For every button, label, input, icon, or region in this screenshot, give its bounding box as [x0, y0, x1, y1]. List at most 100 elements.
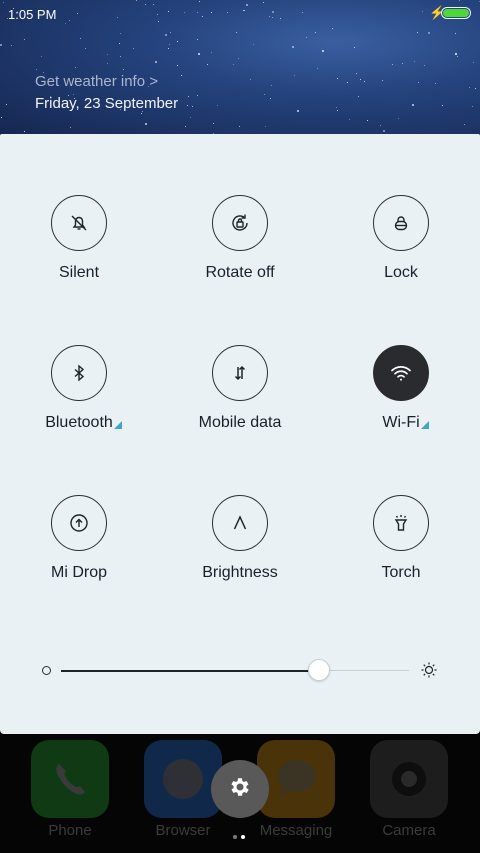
wallpaper-star	[455, 33, 456, 34]
wallpaper-star	[145, 123, 147, 125]
wallpaper-star	[356, 73, 357, 74]
wallpaper-star	[428, 32, 430, 34]
wallpaper-star	[233, 64, 234, 65]
wallpaper-star	[133, 48, 134, 49]
wallpaper-star	[181, 75, 182, 76]
toggle-label: Silent	[58, 264, 100, 281]
wallpaper-star	[473, 62, 474, 63]
wallpaper-star	[24, 39, 25, 40]
sun-icon	[420, 661, 438, 684]
wallpaper-star	[264, 94, 265, 95]
wallpaper-star	[120, 56, 121, 57]
wallpaper-star	[367, 120, 368, 121]
toggle-label: Mi Drop	[50, 564, 107, 581]
wallpaper-star	[192, 106, 193, 107]
wallpaper-star	[250, 79, 251, 80]
wallpaper-star	[292, 46, 294, 48]
wallpaper-star	[213, 123, 214, 124]
brightness-slider[interactable]	[0, 658, 480, 682]
flashlight-icon	[373, 495, 429, 551]
wallpaper-star	[190, 117, 191, 118]
wallpaper-star	[380, 125, 381, 126]
slider-track-filled	[61, 670, 319, 672]
toggle-mobile-data[interactable]: Mobile data	[170, 345, 310, 432]
wallpaper-star	[294, 75, 295, 76]
toggle-bluetooth[interactable]: Bluetooth	[9, 345, 149, 432]
date-text: Friday, 23 September	[35, 95, 179, 112]
wallpaper-star	[207, 64, 208, 65]
wallpaper-star	[24, 131, 25, 132]
toggle-label: Brightness	[202, 564, 278, 581]
wallpaper-star	[472, 106, 473, 107]
dock-label: Messaging	[259, 822, 333, 839]
rotate-lock-icon	[212, 195, 268, 251]
wallpaper-star	[36, 69, 37, 70]
wallpaper-star	[239, 126, 240, 127]
dim-circle-icon	[42, 666, 51, 675]
toggle-silent[interactable]: Silent	[9, 195, 149, 282]
wallpaper-star	[80, 38, 81, 39]
status-bar: 1:05 PM ⚡	[0, 0, 480, 28]
wallpaper-star	[169, 44, 170, 45]
wallpaper-star	[168, 48, 169, 49]
wallpaper-star	[107, 63, 108, 64]
expand-indicator	[113, 421, 122, 429]
auto-brightness-icon	[212, 495, 268, 551]
wallpaper-star	[188, 96, 189, 97]
wallpaper-star	[238, 58, 239, 59]
toggle-wifi[interactable]: Wi-Fi	[331, 345, 471, 432]
status-time: 1:05 PM	[8, 7, 57, 22]
wallpaper-star	[317, 68, 318, 69]
settings-button[interactable]	[211, 760, 269, 818]
wallpaper-star	[349, 119, 350, 120]
wallpaper-star	[315, 32, 316, 33]
wallpaper-star	[475, 88, 476, 89]
wallpaper-star	[382, 80, 383, 81]
wallpaper-star	[270, 98, 271, 99]
quick-settings-panel: Silent Rotate off Lock Bluetooth Mobile …	[0, 134, 480, 734]
wallpaper-star	[392, 64, 393, 65]
slider-thumb[interactable]	[308, 659, 330, 681]
dock-app-phone[interactable]: Phone	[30, 740, 110, 839]
page-dot	[233, 835, 237, 839]
toggle-label: Torch	[381, 564, 421, 581]
wallpaper-star	[306, 37, 307, 38]
wallpaper-star	[170, 32, 171, 33]
toggle-brightness[interactable]: Brightness	[170, 495, 310, 582]
battery-icon	[441, 7, 471, 19]
wallpaper-star	[197, 95, 198, 96]
wallpaper-star	[165, 34, 167, 36]
wallpaper-star	[187, 105, 188, 106]
toggle-mi-drop[interactable]: Mi Drop	[9, 495, 149, 582]
toggle-torch[interactable]: Torch	[331, 495, 471, 582]
toggle-label: Bluetooth	[45, 414, 122, 432]
wallpaper-star	[398, 118, 399, 119]
toggle-label: Wi-Fi	[382, 414, 429, 432]
wallpaper-star	[70, 127, 71, 128]
wallpaper-star	[337, 78, 338, 79]
dock-label: Phone	[48, 822, 92, 839]
wallpaper-star	[424, 65, 425, 66]
toggle-rotate[interactable]: Rotate off	[170, 195, 310, 282]
expand-indicator	[420, 421, 429, 429]
wallpaper-star	[185, 126, 186, 127]
weather-link[interactable]: Get weather info >	[35, 73, 158, 90]
wallpaper-star	[11, 45, 12, 46]
wallpaper-star	[442, 105, 443, 106]
wallpaper-star	[253, 44, 254, 45]
dock-app-camera[interactable]: Camera	[369, 740, 449, 839]
wallpaper-star	[322, 50, 324, 52]
wallpaper-star	[123, 69, 124, 70]
wallpaper-star	[265, 126, 266, 127]
wallpaper-star	[211, 52, 212, 53]
toggle-lock[interactable]: Lock	[331, 195, 471, 282]
wallpaper-star	[119, 43, 120, 44]
wallpaper-star	[141, 113, 142, 114]
wifi-icon	[373, 345, 429, 401]
bell-off-icon	[51, 195, 107, 251]
bluetooth-icon	[51, 345, 107, 401]
wallpaper-star	[402, 63, 403, 64]
wallpaper-star	[75, 67, 76, 68]
toggle-label: Lock	[384, 264, 418, 281]
slider-track-empty	[319, 670, 409, 671]
